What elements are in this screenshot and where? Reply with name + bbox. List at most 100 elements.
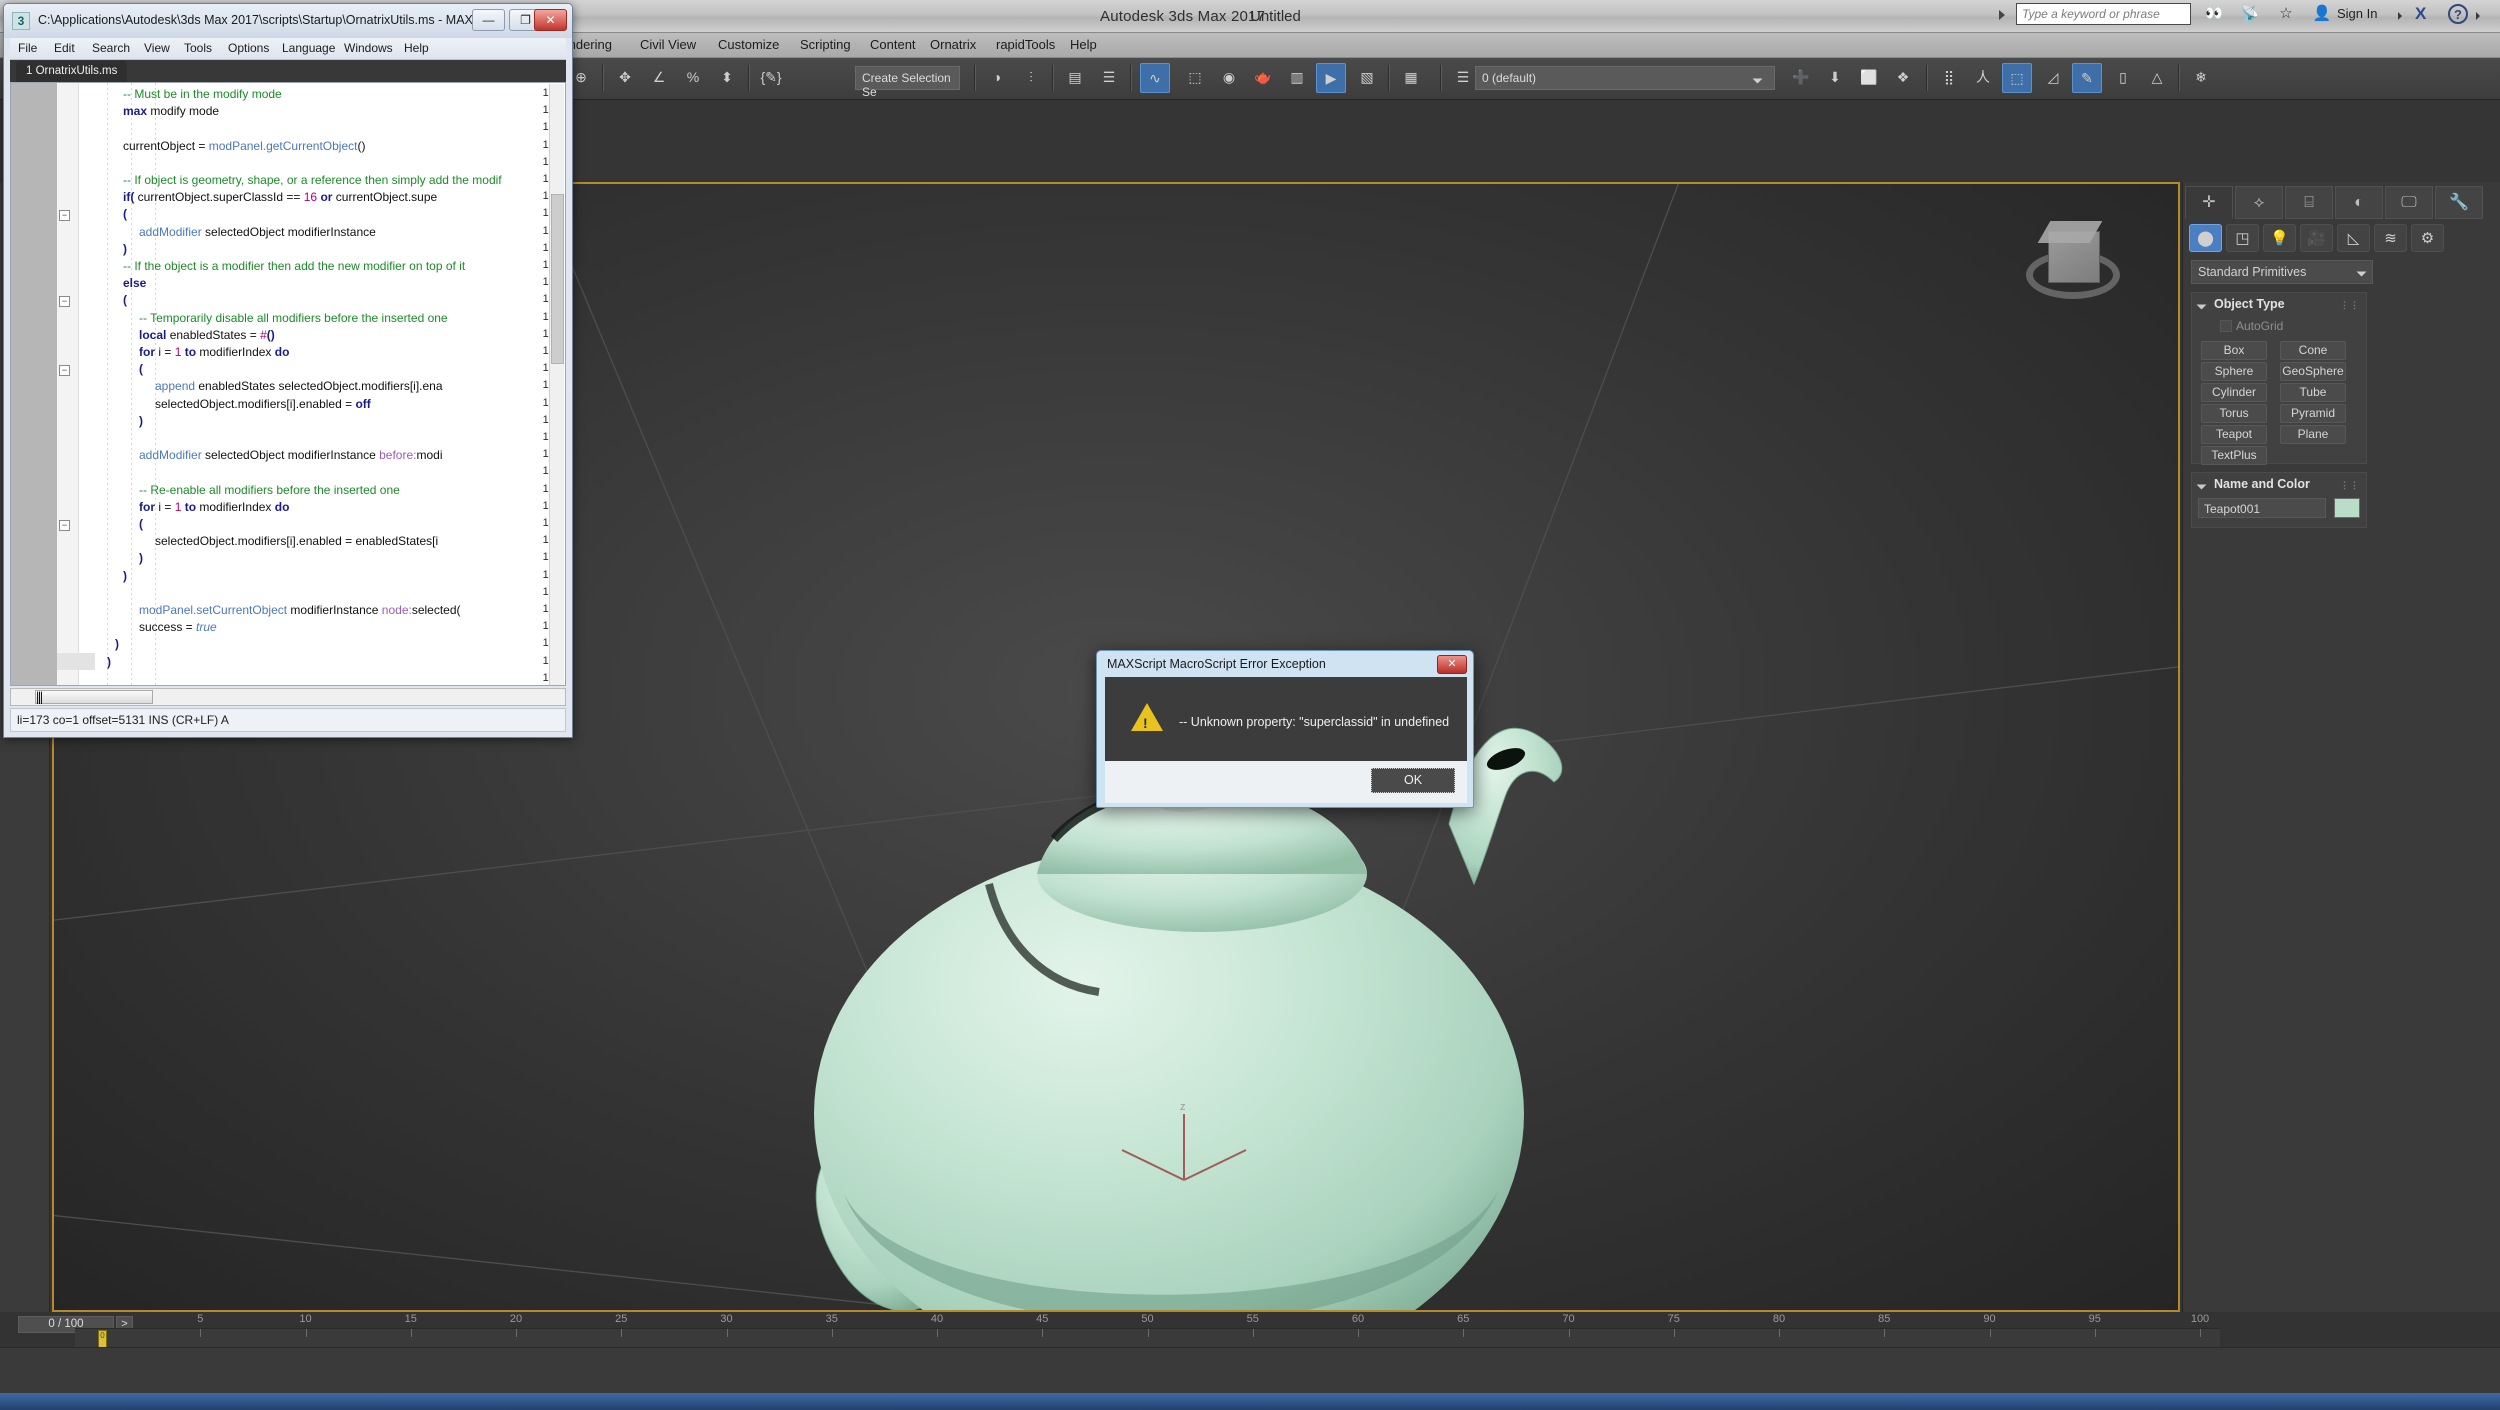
editor-menu-edit[interactable]: Edit bbox=[54, 41, 75, 55]
spinner-snap-icon[interactable]: ⬍ bbox=[712, 63, 742, 93]
code-line[interactable]: for i = 1 to modifierIndex do bbox=[139, 500, 289, 514]
code-line[interactable]: else bbox=[123, 276, 146, 290]
shapes-icon[interactable]: ◳ bbox=[2226, 224, 2259, 252]
satellite-icon[interactable]: 📡 bbox=[2240, 4, 2260, 24]
torus-button[interactable]: Torus bbox=[2201, 404, 2267, 423]
layer-combo[interactable]: 0 (default) bbox=[1475, 66, 1775, 90]
plane-button[interactable]: Plane bbox=[2280, 425, 2346, 444]
menu-rapidtools[interactable]: rapidTools bbox=[996, 37, 1055, 52]
create-tab[interactable]: ✛ bbox=[2185, 186, 2233, 219]
geometry-icon[interactable]: ⬤ bbox=[2189, 224, 2222, 252]
align-icon[interactable]: ⫶ bbox=[1016, 63, 1046, 93]
hierarchy-tab[interactable]: ⌸ bbox=[2285, 186, 2333, 219]
editor-menu-tools[interactable]: Tools bbox=[184, 41, 212, 55]
menu-scripting[interactable]: Scripting bbox=[800, 37, 851, 52]
display-tab[interactable]: 🖵 bbox=[2385, 186, 2433, 219]
sign-in-button[interactable]: Sign In bbox=[2337, 6, 2377, 21]
cameras-icon[interactable]: 🎥 bbox=[2300, 224, 2333, 252]
fold-toggle-icon[interactable]: − bbox=[59, 296, 70, 307]
code-line[interactable]: success = true bbox=[139, 620, 217, 634]
view-cube[interactable] bbox=[2024, 219, 2122, 317]
editor-menu-help[interactable]: Help bbox=[404, 41, 429, 55]
code-line[interactable]: ) bbox=[139, 551, 143, 565]
helpers-icon[interactable]: ◺ bbox=[2337, 224, 2370, 252]
code-line[interactable]: ) bbox=[115, 637, 119, 651]
code-line[interactable]: -- If the object is a modifier then add … bbox=[123, 259, 465, 273]
code-line[interactable]: ( bbox=[123, 207, 127, 221]
edit-named-selection-icon[interactable]: {✎} bbox=[756, 63, 786, 93]
close-button[interactable]: ✕ bbox=[534, 9, 567, 31]
edit-poly-icon[interactable]: ✎ bbox=[2072, 63, 2102, 93]
snap-toggle-icon[interactable]: ✥ bbox=[610, 63, 640, 93]
favorites-star-icon[interactable]: ☆ bbox=[2276, 4, 2296, 24]
primitive-category-combo[interactable]: Standard Primitives bbox=[2191, 260, 2373, 284]
snowflake-icon[interactable]: ❄ bbox=[2186, 63, 2216, 93]
material-editor-icon[interactable]: ◉ bbox=[1214, 63, 1244, 93]
editor-menu-windows[interactable]: Windows bbox=[344, 41, 393, 55]
code-vertical-scrollbar[interactable] bbox=[549, 84, 564, 686]
percent-snap-icon[interactable]: % bbox=[678, 63, 708, 93]
utilities-tab[interactable]: 🔧 bbox=[2435, 186, 2483, 219]
named-selection-set-combo[interactable]: Create Selection Se bbox=[855, 66, 960, 90]
render-setup-icon[interactable]: 🫖 bbox=[1248, 63, 1278, 93]
signin-dropdown-arrow[interactable] bbox=[2398, 12, 2402, 20]
binoculars-icon[interactable]: 👀 bbox=[2204, 4, 2224, 24]
cone-tool-icon[interactable]: △ bbox=[2142, 63, 2172, 93]
code-line[interactable]: ) bbox=[139, 414, 143, 428]
editor-menu-file[interactable]: File bbox=[18, 41, 37, 55]
fold-toggle-icon[interactable]: − bbox=[59, 210, 70, 221]
schematic-view-icon[interactable]: ⬚ bbox=[1180, 63, 1210, 93]
maxscript-editor-window[interactable]: 3 C:\Applications\Autodesk\3ds Max 2017\… bbox=[3, 3, 573, 738]
code-editor-area[interactable]: 140-- Must be in the modify mode141max m… bbox=[10, 82, 566, 686]
add-layer-icon[interactable]: ➕ bbox=[1786, 63, 1816, 93]
render-iterative-icon[interactable]: ▧ bbox=[1352, 63, 1382, 93]
code-line[interactable]: currentObject = modPanel.getCurrentObjec… bbox=[123, 139, 365, 153]
scene-explorer-icon[interactable]: ☰ bbox=[1094, 63, 1124, 93]
box-button[interactable]: Box bbox=[2201, 341, 2267, 360]
render-frame-icon[interactable]: ▥ bbox=[1282, 63, 1312, 93]
user-account-icon[interactable]: 👤 bbox=[2312, 4, 2332, 24]
select-object-mode-icon[interactable]: ⬚ bbox=[2002, 63, 2032, 93]
cylinder-button[interactable]: Cylinder bbox=[2201, 383, 2267, 402]
editor-menu-language[interactable]: Language bbox=[282, 41, 335, 55]
code-line[interactable]: for i = 1 to modifierIndex do bbox=[139, 345, 289, 359]
track-bar[interactable]: 5101520253035404550556065707580859095100 bbox=[75, 1328, 2220, 1347]
code-line[interactable]: addModifier selectedObject modifierInsta… bbox=[139, 448, 443, 462]
mirror-icon[interactable]: ◑ bbox=[982, 63, 1012, 93]
code-line[interactable]: ) bbox=[123, 242, 127, 256]
code-line[interactable]: append enabledStates selectedObject.modi… bbox=[155, 379, 443, 393]
menu-ornatrix[interactable]: Ornatrix bbox=[930, 37, 976, 52]
code-horizontal-scrollbar[interactable]: ⦀ bbox=[10, 688, 566, 706]
code-line[interactable]: ) bbox=[123, 569, 127, 583]
biped-icon[interactable]: 人 bbox=[1968, 63, 1998, 93]
ok-button[interactable]: OK bbox=[1371, 768, 1455, 793]
code-line[interactable]: -- Must be in the modify mode bbox=[123, 87, 282, 101]
code-line[interactable]: modPanel.setCurrentObject modifierInstan… bbox=[139, 603, 461, 617]
motion-tab[interactable]: ◐ bbox=[2335, 186, 2383, 219]
code-line[interactable]: selectedObject.modifiers[i].enabled = of… bbox=[155, 397, 371, 411]
grid-snap-icon[interactable]: ⣿ bbox=[1934, 63, 1964, 93]
code-line[interactable]: selectedObject.modifiers[i].enabled = en… bbox=[155, 534, 438, 548]
hscrollbar-thumb[interactable]: ⦀ bbox=[35, 690, 153, 704]
code-line[interactable]: ( bbox=[123, 293, 127, 307]
curve-editor-icon[interactable]: ∿ bbox=[1140, 63, 1170, 93]
textplus-button[interactable]: TextPlus bbox=[2201, 446, 2267, 465]
spacewarps-icon[interactable]: ≋ bbox=[2374, 224, 2407, 252]
object-type-header[interactable]: Object Type ⋮⋮ bbox=[2192, 293, 2366, 315]
name-and-color-header[interactable]: Name and Color ⋮⋮ bbox=[2192, 473, 2366, 495]
search-expand-arrow[interactable] bbox=[1999, 10, 2005, 20]
angle-snap-icon[interactable]: ∠ bbox=[644, 63, 674, 93]
render-production-icon[interactable]: ▶ bbox=[1316, 63, 1346, 93]
modify-tab[interactable]: ⟡ bbox=[2235, 186, 2283, 219]
extrude-icon[interactable]: ▯ bbox=[2108, 63, 2138, 93]
geosphere-button[interactable]: GeoSphere bbox=[2280, 362, 2346, 381]
scrollbar-thumb[interactable] bbox=[551, 194, 564, 364]
systems-icon[interactable]: ⚙ bbox=[2411, 224, 2444, 252]
editor-menu-view[interactable]: View bbox=[144, 41, 170, 55]
code-line[interactable]: ( bbox=[139, 517, 143, 531]
paint-select-icon[interactable]: ◿ bbox=[2038, 63, 2068, 93]
code-line[interactable]: addModifier selectedObject modifierInsta… bbox=[139, 225, 376, 239]
layer-stack-icon[interactable]: ❖ bbox=[1888, 63, 1918, 93]
code-line[interactable]: -- Temporarily disable all modifiers bef… bbox=[139, 311, 448, 325]
cone-button[interactable]: Cone bbox=[2280, 341, 2346, 360]
